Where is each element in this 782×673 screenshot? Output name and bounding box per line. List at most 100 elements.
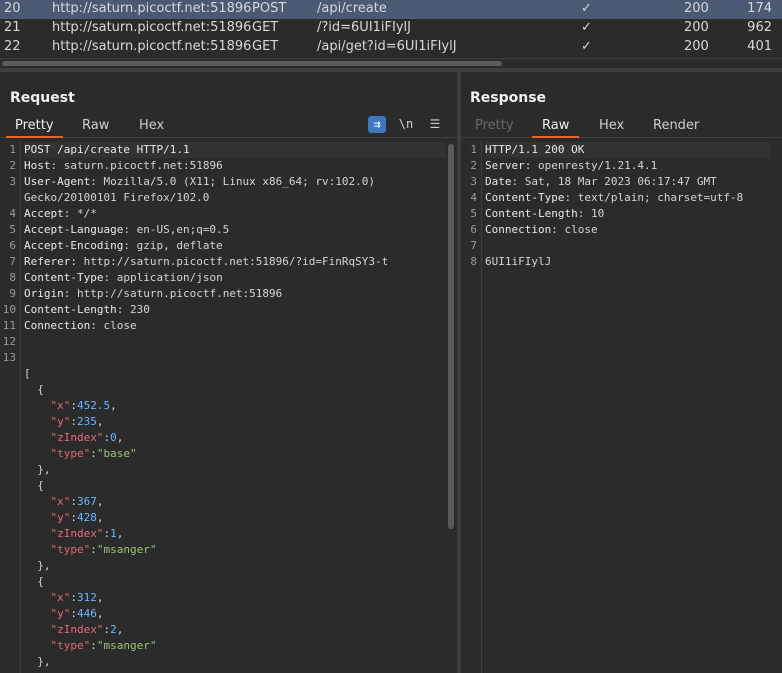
code-token: ,: [116, 527, 124, 540]
code-token: Referer: [24, 255, 71, 268]
code-token: : Mozilla/5.0 (X11; Linux x86_64; rv:102…: [90, 175, 376, 188]
line-number: 5: [9, 223, 16, 236]
code-token: :: [70, 495, 77, 508]
row-host: http://saturn.picoctf.net:51896: [52, 20, 252, 35]
row-method: GET: [252, 39, 279, 54]
code-token: 446: [77, 607, 97, 620]
code-line: Referer: http://saturn.picoctf.net:51896…: [24, 254, 388, 270]
tab-raw[interactable]: Raw: [82, 118, 109, 138]
tab-raw[interactable]: Raw: [532, 118, 580, 138]
show-newlines-button[interactable]: \n: [397, 116, 415, 133]
code-line: "y":428,: [24, 510, 104, 526]
line-number: 10: [2, 303, 16, 316]
code-token: ,: [110, 399, 117, 412]
code-line: "x":367,: [24, 494, 104, 510]
history-row[interactable]: 21 http://saturn.picoctf.net:51896 GET /…: [0, 19, 782, 38]
tab-pretty[interactable]: Pretty: [6, 118, 63, 138]
code-token: Accept-Encoding: [24, 239, 124, 252]
tab-hex[interactable]: Hex: [599, 118, 624, 138]
code-token: : saturn.picoctf.net:51896: [50, 159, 223, 172]
code-line: Content-Type: text/plain; charset=utf-8: [485, 190, 743, 206]
request-panel: Request Pretty Raw Hex ⇉ \n ☰ 1234567891…: [0, 72, 457, 673]
code-line: Connection: close: [485, 222, 598, 238]
code-line: User-Agent: Mozilla/5.0 (X11; Linux x86_…: [24, 174, 375, 190]
line-number: 4: [9, 207, 16, 220]
menu-icon[interactable]: ☰: [426, 116, 444, 133]
code-token: :: [90, 639, 97, 652]
code-token: "zIndex": [50, 527, 104, 540]
line-number: 3: [470, 175, 477, 188]
scrollbar-thumb[interactable]: [2, 61, 502, 66]
code-token: "y": [50, 415, 71, 428]
code-token: ,: [96, 495, 104, 508]
code-token: : */*: [63, 207, 97, 220]
tab-render[interactable]: Render: [653, 118, 699, 138]
row-host: http://saturn.picoctf.net:51896: [52, 1, 252, 16]
tab-pretty: Pretty: [475, 118, 514, 133]
code-token: "x": [50, 399, 71, 412]
code-token: :: [70, 415, 77, 428]
code-token: : gzip, deflate: [123, 239, 223, 252]
code-token: 367: [77, 495, 97, 508]
line-number: 7: [470, 239, 477, 252]
code-token: Date: [485, 175, 512, 188]
code-line: "type":"base": [24, 446, 137, 462]
row-status: 200: [684, 1, 709, 16]
row-length: 401: [747, 39, 772, 54]
code-line: "x":312,: [24, 590, 104, 606]
code-token: 6UI1iFIylJ: [485, 255, 552, 268]
history-horizontal-scrollbar[interactable]: [0, 58, 782, 68]
code-token: "zIndex": [50, 623, 104, 636]
code-token: ,: [96, 591, 104, 604]
row-length: 174: [747, 1, 772, 16]
code-token: 312: [77, 591, 97, 604]
tab-hex[interactable]: Hex: [139, 118, 164, 138]
code-token: ,: [96, 415, 104, 428]
code-token: "x": [50, 591, 71, 604]
line-number-gutter: 1 2 3 4 5 6 7 8 9 10 11 12 13: [0, 140, 21, 673]
row-number: 22: [4, 39, 21, 54]
code-token: 1: [110, 527, 117, 540]
code-token: Accept-Language: [24, 223, 124, 236]
line-number: 1: [9, 143, 16, 156]
code-line: Accept-Encoding: gzip, deflate: [24, 238, 223, 254]
code-token: },: [24, 463, 51, 476]
code-token: Origin: [24, 287, 64, 300]
code-token: {: [24, 383, 44, 396]
code-token: :: [70, 511, 77, 524]
request-editor[interactable]: 1 2 3 4 5 6 7 8 9 10 11 12 13 POST /api/create HTTP/…: [0, 140, 457, 673]
code-token: },: [24, 655, 51, 668]
row-status: 200: [684, 20, 709, 35]
code-token: },: [24, 559, 51, 572]
code-token: :: [90, 543, 97, 556]
response-editor[interactable]: 1 2 3 4 5 6 7 8 HTTP/1.1 200 OK Server: openrest…: [461, 140, 782, 673]
code-line: },: [24, 654, 51, 670]
wrap-lines-icon[interactable]: ⇉: [368, 116, 386, 133]
code-token: ,: [116, 431, 124, 444]
response-panel: Response Pretty Raw Hex Render 1 2 3 4 5 6 7 8 …: [461, 72, 782, 673]
row-number: 20: [4, 1, 21, 16]
code-token: Gecko/20100101 Firefox/102.0: [24, 191, 210, 204]
history-row[interactable]: 22 http://saturn.picoctf.net:51896 GET /…: [0, 38, 782, 57]
code-line: },: [24, 558, 51, 574]
row-url: /api/create: [317, 1, 387, 16]
line-number: 11: [2, 319, 16, 332]
line-number: 12: [2, 335, 16, 348]
request-vertical-scrollbar[interactable]: [448, 144, 454, 529]
code-line: "zIndex":0,: [24, 430, 124, 446]
code-token: Content-Type: [485, 191, 565, 204]
code-token: : close: [551, 223, 598, 236]
row-method: POST: [252, 1, 287, 16]
code-token: Host: [24, 159, 51, 172]
line-number: 13: [2, 351, 16, 364]
code-line: Origin: http://saturn.picoctf.net:51896: [24, 286, 282, 302]
code-token: : Sat, 18 Mar 2023 06:17:47 GMT: [511, 175, 717, 188]
history-row[interactable]: 20 http://saturn.picoctf.net:51896 POST …: [0, 0, 782, 19]
